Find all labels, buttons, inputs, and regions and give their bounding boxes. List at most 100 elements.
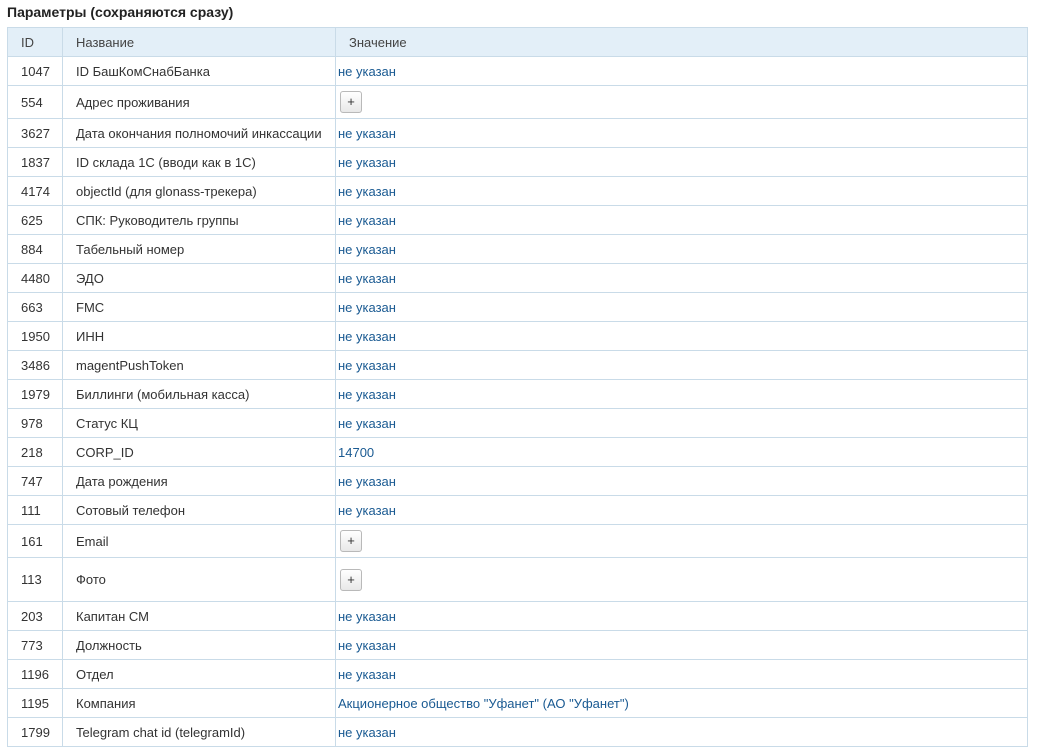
- param-id: 1195: [7, 688, 63, 718]
- table-row: 1950 ИНН не указан: [7, 321, 1028, 351]
- param-name: CORP_ID: [62, 437, 336, 467]
- param-id: 4174: [7, 176, 63, 206]
- param-id: 203: [7, 601, 63, 631]
- add-value-button[interactable]: +: [340, 530, 362, 552]
- page-title: Параметры (сохраняются сразу): [7, 4, 234, 20]
- param-value-cell: не указан: [335, 408, 1028, 438]
- param-value-link[interactable]: не указан: [338, 184, 396, 199]
- param-value-link[interactable]: не указан: [338, 242, 396, 257]
- param-name: Telegram chat id (telegramId): [62, 717, 336, 747]
- param-name: FMC: [62, 292, 336, 322]
- param-id: 554: [7, 85, 63, 119]
- param-name: magentPushToken: [62, 350, 336, 380]
- param-name: Адрес проживания: [62, 85, 336, 119]
- add-value-button[interactable]: +: [340, 568, 362, 591]
- param-id: 884: [7, 234, 63, 264]
- param-value-link[interactable]: не указан: [338, 387, 396, 402]
- param-id: 625: [7, 205, 63, 235]
- param-value-link[interactable]: не указан: [338, 638, 396, 653]
- param-value-link[interactable]: не указан: [338, 213, 396, 228]
- param-value-cell: не указан: [335, 630, 1028, 660]
- table-row: 773 Должность не указан: [7, 630, 1028, 660]
- param-value-link[interactable]: не указан: [338, 155, 396, 170]
- param-name: Дата окончания полномочий инкассации: [62, 118, 336, 148]
- table-row: 113 Фото +: [7, 557, 1028, 602]
- param-id: 111: [7, 495, 63, 525]
- param-value-cell: Акционерное общество "Уфанет" (АО "Уфане…: [335, 688, 1028, 718]
- param-value-cell: +: [335, 557, 1028, 602]
- param-name: ИНН: [62, 321, 336, 351]
- param-value-link[interactable]: не указан: [338, 358, 396, 373]
- param-name: ID склада 1С (вводи как в 1С): [62, 147, 336, 177]
- table-row: 747 Дата рождения не указан: [7, 466, 1028, 496]
- param-value-cell: не указан: [335, 263, 1028, 293]
- param-value-cell: не указан: [335, 234, 1028, 264]
- param-value-cell: не указан: [335, 147, 1028, 177]
- param-value-link[interactable]: не указан: [338, 416, 396, 431]
- table-row: 4480 ЭДО не указан: [7, 263, 1028, 293]
- param-value-link[interactable]: не указан: [338, 609, 396, 624]
- param-value-link[interactable]: не указан: [338, 300, 396, 315]
- parameters-table: ID Название Значение 1047 ID БашКомСнабБа…: [7, 27, 1028, 747]
- param-name: Сотовый телефон: [62, 495, 336, 525]
- param-id: 1837: [7, 147, 63, 177]
- table-row: 1047 ID БашКомСнабБанка не указан: [7, 56, 1028, 86]
- param-id: 218: [7, 437, 63, 467]
- param-id: 161: [7, 524, 63, 558]
- param-name: ID БашКомСнабБанка: [62, 56, 336, 86]
- param-value-cell: не указан: [335, 659, 1028, 689]
- table-row: 978 Статус КЦ не указан: [7, 408, 1028, 438]
- param-id: 1196: [7, 659, 63, 689]
- param-value-cell: 14700: [335, 437, 1028, 467]
- param-value-cell: не указан: [335, 56, 1028, 86]
- param-id: 1047: [7, 56, 63, 86]
- param-name: Отдел: [62, 659, 336, 689]
- table-row: 554 Адрес проживания +: [7, 85, 1028, 119]
- column-header-id: ID: [7, 27, 63, 57]
- table-row: 203 Капитан СМ не указан: [7, 601, 1028, 631]
- table-row: 1837 ID склада 1С (вводи как в 1С) не указ…: [7, 147, 1028, 177]
- add-value-button[interactable]: +: [340, 91, 362, 113]
- param-value-cell: не указан: [335, 379, 1028, 409]
- table-row: 1979 Биллинги (мобильная касса) не указан: [7, 379, 1028, 409]
- param-name: Капитан СМ: [62, 601, 336, 631]
- column-header-value: Значение: [335, 27, 1028, 57]
- param-id: 1979: [7, 379, 63, 409]
- param-name: Должность: [62, 630, 336, 660]
- param-value-cell: не указан: [335, 350, 1028, 380]
- table-row: 663 FMC не указан: [7, 292, 1028, 322]
- param-value-cell: не указан: [335, 321, 1028, 351]
- param-value-link[interactable]: не указан: [338, 329, 396, 344]
- param-value-link[interactable]: 14700: [338, 445, 374, 460]
- param-id: 1950: [7, 321, 63, 351]
- table-row: 1196 Отдел не указан: [7, 659, 1028, 689]
- param-id: 663: [7, 292, 63, 322]
- table-row: 1195 Компания Акционерное общество "Уфанет…: [7, 688, 1028, 718]
- param-value-link[interactable]: не указан: [338, 725, 396, 740]
- param-value-link[interactable]: не указан: [338, 126, 396, 141]
- table-row: 1799 Telegram chat id (telegramId) не указ…: [7, 717, 1028, 747]
- param-value-link[interactable]: не указан: [338, 64, 396, 79]
- param-name: Биллинги (мобильная касса): [62, 379, 336, 409]
- param-value-link[interactable]: не указан: [338, 503, 396, 518]
- param-name: Дата рождения: [62, 466, 336, 496]
- param-id: 113: [7, 557, 63, 602]
- param-name: Email: [62, 524, 336, 558]
- param-value-link[interactable]: не указан: [338, 271, 396, 286]
- table-row: 218 CORP_ID 14700: [7, 437, 1028, 467]
- param-id: 3486: [7, 350, 63, 380]
- column-header-name: Название: [62, 27, 336, 57]
- param-id: 1799: [7, 717, 63, 747]
- param-name: objectId (для glonass-трекера): [62, 176, 336, 206]
- param-value-cell: не указан: [335, 495, 1028, 525]
- param-value-cell: не указан: [335, 176, 1028, 206]
- param-value-link[interactable]: не указан: [338, 474, 396, 489]
- param-value-link[interactable]: не указан: [338, 667, 396, 682]
- param-value-link[interactable]: Акционерное общество "Уфанет" (АО "Уфане…: [338, 696, 629, 711]
- param-value-cell: не указан: [335, 466, 1028, 496]
- param-value-cell: не указан: [335, 205, 1028, 235]
- param-value-cell: не указан: [335, 292, 1028, 322]
- param-id: 773: [7, 630, 63, 660]
- param-name: Фото: [62, 557, 336, 602]
- table-row: 3627 Дата окончания полномочий инкассации…: [7, 118, 1028, 148]
